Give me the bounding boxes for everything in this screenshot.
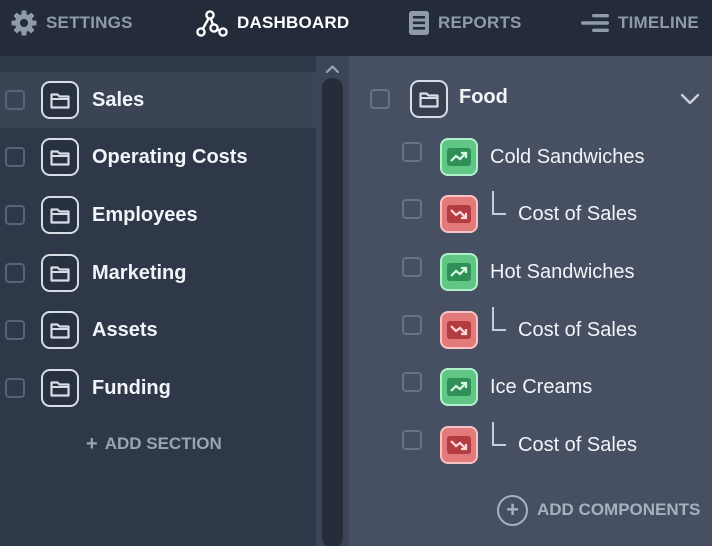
scrollbar[interactable] (316, 56, 349, 546)
nav-settings-label: SETTINGS (46, 13, 133, 32)
component-label: Cost of Sales (518, 434, 637, 456)
nav-timeline[interactable]: TIMELINE (580, 0, 699, 46)
component-row-ice-creams[interactable]: Ice Creams (349, 367, 712, 407)
nav-dashboard[interactable]: DASHBOARD (195, 0, 349, 46)
nav-reports[interactable]: REPORTS (408, 0, 522, 46)
child-connector (492, 422, 506, 446)
component-row-cost-of-sales[interactable]: Cost of Sales (349, 422, 712, 465)
nodes-icon (195, 8, 229, 38)
section-row-sales[interactable]: Sales (0, 72, 316, 128)
folder-icon (410, 80, 448, 118)
component-row-cold-sandwiches[interactable]: Cold Sandwiches (349, 137, 712, 177)
nav-timeline-label: TIMELINE (618, 13, 699, 32)
nav-dashboard-label: DASHBOARD (237, 13, 350, 32)
nav-reports-label: REPORTS (438, 13, 522, 32)
folder-icon (41, 138, 79, 176)
scroll-thumb[interactable] (322, 78, 343, 546)
component-label: Hot Sandwiches (490, 261, 635, 283)
component-checkbox[interactable] (402, 430, 422, 450)
section-checkbox[interactable] (5, 263, 25, 283)
sections-panel: Sales Operating Costs Employees Marketin… (0, 56, 316, 546)
folder-icon (41, 254, 79, 292)
plus-icon: + (86, 433, 98, 455)
trend-down-icon (440, 311, 478, 349)
group-checkbox[interactable] (370, 89, 390, 109)
component-label: Cost of Sales (518, 203, 637, 225)
chevron-up-icon[interactable] (324, 62, 341, 76)
component-checkbox[interactable] (402, 257, 422, 277)
add-section-button[interactable]: + ADD SECTION (86, 432, 222, 456)
trend-up-icon (440, 253, 478, 291)
section-label: Marketing (92, 261, 187, 284)
child-connector (492, 307, 506, 331)
section-row-employees[interactable]: Employees (0, 187, 316, 243)
components-panel: Food Cold Sandwiches Cost of Sales Hot S… (349, 56, 712, 546)
component-checkbox[interactable] (402, 142, 422, 162)
section-label: Sales (92, 88, 145, 111)
component-label: Cold Sandwiches (490, 146, 645, 168)
section-row-funding[interactable]: Funding (0, 360, 316, 416)
section-label: Funding (92, 376, 171, 399)
section-checkbox[interactable] (5, 378, 25, 398)
component-checkbox[interactable] (402, 372, 422, 392)
add-components-button[interactable]: + ADD COMPONENTS (497, 494, 700, 526)
folder-icon (41, 81, 79, 119)
add-components-label: ADD COMPONENTS (537, 500, 701, 519)
component-row-hot-sandwiches[interactable]: Hot Sandwiches (349, 252, 712, 292)
section-row-marketing[interactable]: Marketing (0, 245, 316, 301)
component-label: Ice Creams (490, 376, 593, 398)
nav-settings[interactable]: SETTINGS (10, 0, 133, 46)
section-checkbox[interactable] (5, 90, 25, 110)
plus-circle-icon: + (497, 494, 528, 526)
component-checkbox[interactable] (402, 199, 422, 219)
add-section-label: ADD SECTION (104, 434, 222, 453)
section-label: Operating Costs (92, 145, 248, 168)
component-checkbox[interactable] (402, 315, 422, 335)
folder-icon (41, 311, 79, 349)
group-title: Food (459, 86, 508, 108)
document-icon (408, 10, 430, 36)
trend-up-icon (440, 138, 478, 176)
component-row-cost-of-sales[interactable]: Cost of Sales (349, 307, 712, 350)
section-row-operating-costs[interactable]: Operating Costs (0, 129, 316, 185)
timeline-icon (580, 12, 610, 34)
section-label: Assets (92, 318, 158, 341)
section-checkbox[interactable] (5, 205, 25, 225)
folder-icon (41, 196, 79, 234)
chevron-down-icon[interactable] (679, 92, 701, 106)
gear-icon (10, 9, 38, 37)
top-nav: SETTINGS DASHBOARD REPORTS TIMELINE (0, 0, 712, 56)
trend-down-icon (440, 195, 478, 233)
child-connector (492, 191, 506, 215)
folder-icon (41, 369, 79, 407)
trend-up-icon (440, 368, 478, 406)
component-label: Cost of Sales (518, 319, 637, 341)
section-checkbox[interactable] (5, 147, 25, 167)
section-label: Employees (92, 203, 198, 226)
trend-down-icon (440, 426, 478, 464)
section-checkbox[interactable] (5, 320, 25, 340)
component-row-cost-of-sales[interactable]: Cost of Sales (349, 191, 712, 234)
section-row-assets[interactable]: Assets (0, 302, 316, 358)
